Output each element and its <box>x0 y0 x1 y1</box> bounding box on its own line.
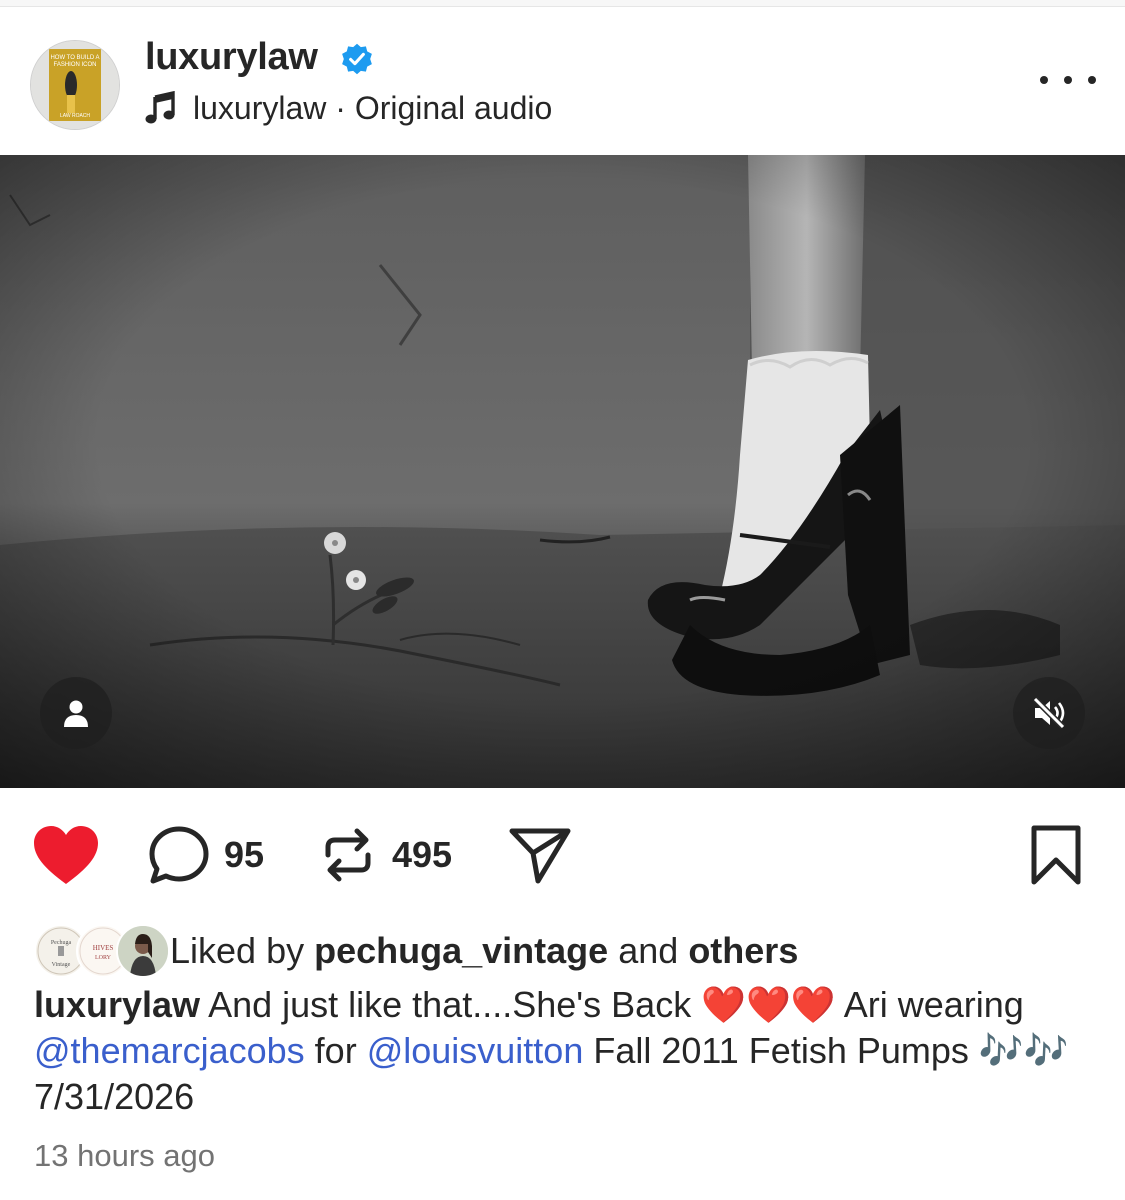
save-button[interactable] <box>1028 820 1084 890</box>
comment-count: 95 <box>224 834 265 875</box>
dot-icon <box>1040 76 1048 84</box>
avatar[interactable]: HOW TO BUILD A FASHION ICON LAW ROACH <box>30 40 120 130</box>
music-note-icon <box>145 91 175 124</box>
share-button[interactable] <box>508 820 572 890</box>
mention-link[interactable]: @themarcjacobs <box>34 1030 305 1071</box>
tagged-people-button[interactable] <box>40 677 112 749</box>
liker-avatar-text: HIVES <box>93 944 114 952</box>
mention-link[interactable]: @louisvuitton <box>367 1030 584 1071</box>
liked-by-row[interactable]: Pechuga Vintage HIVES LORY Liked by pech… <box>34 924 798 978</box>
verified-badge-icon <box>342 43 372 75</box>
repost-icon <box>325 828 371 882</box>
caption-music-emoji: 🎶🎶 <box>978 1030 1069 1071</box>
mute-toggle-button[interactable] <box>1013 677 1085 749</box>
caption-text: And just like that....She's Back <box>208 984 692 1025</box>
dot-icon <box>1064 76 1072 84</box>
liker-avatar-text: LORY <box>95 955 112 961</box>
caption-username[interactable]: luxurylaw <box>34 984 200 1025</box>
caption-text: Ari wearing <box>843 984 1024 1025</box>
liker-avatar-text: Vintage <box>52 962 71 968</box>
heart-filled-icon <box>34 826 98 884</box>
avatar-book-line2: FASHION ICON <box>53 62 96 68</box>
liked-by-user[interactable]: pechuga_vintage <box>314 930 608 972</box>
audio-link[interactable]: luxurylaw · Original audio <box>145 88 552 128</box>
liked-by-prefix: Liked by <box>170 930 305 971</box>
top-divider <box>0 0 1125 7</box>
caption-date: 7/31/2026 <box>34 1076 195 1117</box>
post-video[interactable] <box>0 155 1125 788</box>
repost-button[interactable]: 495 <box>318 820 452 890</box>
video-frame <box>0 155 1125 788</box>
repost-count: 495 <box>392 834 453 875</box>
post-username[interactable]: luxurylaw <box>145 36 318 79</box>
caption-hearts-emoji: ❤️❤️❤️ <box>701 984 836 1025</box>
avatar-book-line3: LAW ROACH <box>60 113 90 119</box>
more-options-button[interactable] <box>1040 62 1096 98</box>
liker-avatars: Pechuga Vintage HIVES LORY <box>34 924 170 978</box>
post-timestamp: 13 hours ago <box>34 1138 215 1173</box>
action-bar: 95 495 <box>0 820 1125 890</box>
speaker-muted-icon <box>1032 696 1066 730</box>
caption-text: for <box>314 1030 357 1071</box>
person-icon <box>64 700 88 727</box>
dot-icon <box>1088 76 1096 84</box>
liked-by-others[interactable]: others <box>688 930 798 972</box>
caption-text: Fall 2011 Fetish Pumps <box>593 1030 969 1071</box>
like-button[interactable] <box>32 820 100 890</box>
bookmark-icon <box>1031 825 1081 885</box>
liker-avatar-text: Pechuga <box>51 940 72 946</box>
send-icon <box>509 828 571 884</box>
comment-bubble-icon <box>149 826 209 884</box>
liked-by-and: and <box>618 930 679 971</box>
post-caption: luxurylaw And just like that....She's Ba… <box>34 982 1104 1120</box>
liker-avatar <box>116 924 170 978</box>
avatar-book-line1: HOW TO BUILD A <box>50 55 99 61</box>
audio-label: luxurylaw · Original audio <box>193 89 553 126</box>
comment-button[interactable]: 95 <box>148 820 264 890</box>
